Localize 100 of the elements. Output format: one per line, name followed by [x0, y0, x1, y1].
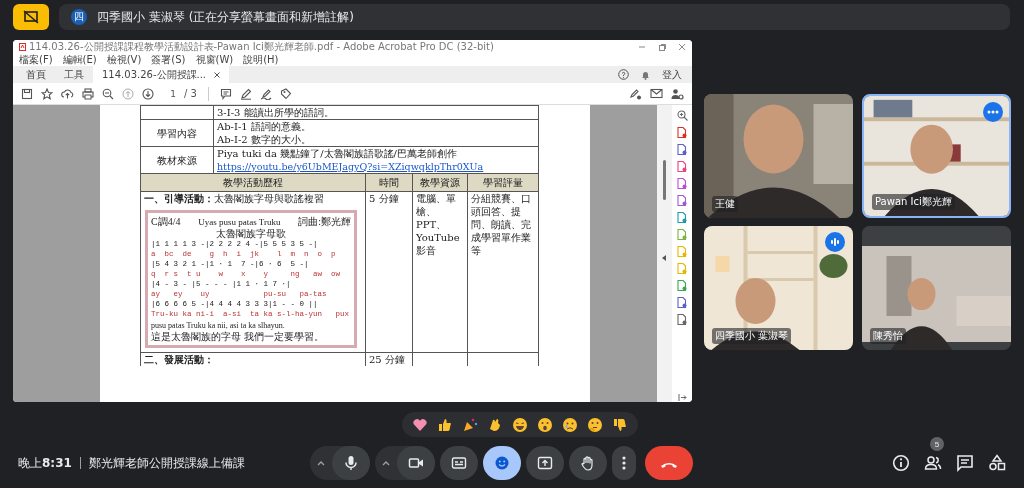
collapse-arrow-icon[interactable] [662, 255, 666, 261]
cell-text: 3-I-3 能讀出所學的語詞。 [217, 106, 335, 119]
document-tool-icon[interactable] [677, 314, 687, 325]
thinking-face-icon[interactable] [587, 416, 603, 433]
activity-heading: 二、發展活動： [144, 353, 215, 366]
menu-item[interactable]: 編輯(E) [62, 52, 97, 67]
menu-item[interactable]: 檔案(F) [19, 52, 53, 67]
score-key: C調4/4 [151, 216, 181, 228]
video-tile[interactable]: 王健 [704, 94, 853, 218]
participant-name: 王健 [712, 196, 738, 212]
document-tool-icon[interactable] [677, 212, 687, 223]
raise-hand-button[interactable] [569, 446, 607, 480]
captions-icon[interactable] [451, 455, 467, 471]
upload-cloud-icon[interactable] [61, 87, 74, 100]
cell-text: 分組競賽、口頭回答、提問、朗讀、完成學習單作業等 [471, 192, 532, 257]
scrollbar[interactable] [657, 105, 672, 402]
present-screen-button[interactable] [526, 446, 564, 480]
cell-text: 電腦、單槍、PPT、YouTube 影音 [416, 192, 461, 257]
present-screen-icon[interactable] [537, 455, 553, 471]
camera-button[interactable] [397, 446, 435, 480]
menu-item[interactable]: 說明(H) [243, 52, 279, 67]
captions-button[interactable] [440, 446, 478, 480]
tab[interactable]: 首頁 [17, 66, 55, 83]
participant-name: 四季國小 葉淑琴 [712, 328, 792, 344]
row-label: 教材來源 [140, 146, 214, 174]
video-tile[interactable]: 陳秀怡 [862, 226, 1011, 350]
pen-icon[interactable] [239, 87, 252, 100]
sad-face-icon[interactable] [562, 416, 578, 433]
reactions-button[interactable] [483, 446, 521, 480]
expand-panel-icon[interactable] [677, 393, 687, 402]
tab[interactable]: 工具 [55, 66, 93, 83]
activities-button[interactable] [988, 454, 1006, 472]
close-icon[interactable] [678, 42, 686, 51]
song-credit: 詞曲:鄭光輝 [298, 216, 351, 228]
document-tool-icon[interactable] [677, 297, 687, 308]
microphone-button[interactable] [332, 446, 370, 480]
present-status-button[interactable] [13, 4, 49, 30]
participant-name: Pawan Ici鄭光輝 [872, 194, 955, 210]
cell-text: Ab-Ⅰ-1 語詞的意義。 [217, 120, 312, 133]
surprised-face-icon[interactable] [537, 416, 553, 433]
meeting-title: 鄭光輝老師公開授課線上備課 [88, 454, 245, 472]
party-popper-icon[interactable] [462, 416, 478, 433]
document-tool-icon[interactable] [677, 144, 687, 155]
document-tool-icon[interactable] [677, 127, 687, 138]
video-link[interactable]: https://youtu.be/y6UbMEJagyQ?si=XZiqwqklpThr0XUa [217, 161, 484, 172]
star-icon[interactable] [41, 87, 53, 100]
page-down-icon[interactable] [142, 87, 154, 100]
video-tile[interactable]: Pawan Ici鄭光輝 [862, 94, 1011, 218]
tab[interactable]: 114.03.26-公開授課... [93, 66, 230, 83]
save-icon[interactable] [21, 87, 33, 100]
screen-share-off-icon [23, 10, 39, 24]
signature-pen-icon[interactable] [259, 87, 272, 100]
cell-text: Piya tuki da 幾點鐘了/太魯閣族語歌謠/巴萬老師創作 [217, 147, 458, 160]
row-label: 學習內容 [140, 119, 214, 147]
more-vertical-icon[interactable] [622, 456, 626, 470]
user-settings-icon[interactable] [671, 87, 684, 100]
sign-in-link[interactable]: 登入 [662, 67, 682, 82]
meeting-details-button[interactable] [892, 454, 910, 472]
laughing-face-icon[interactable] [512, 416, 528, 433]
chat-button[interactable] [956, 454, 974, 472]
participant-count-badge: 5 [930, 437, 944, 451]
video-camera-icon[interactable] [408, 455, 424, 471]
document-tool-icon[interactable] [677, 161, 687, 172]
comment-icon[interactable] [219, 87, 232, 100]
zoom-in-icon[interactable] [676, 110, 688, 121]
more-icon[interactable] [987, 110, 999, 114]
hand-icon[interactable] [580, 455, 596, 471]
heart-icon[interactable] [412, 416, 428, 433]
menu-item[interactable]: 檢視(V) [106, 52, 142, 67]
close-icon[interactable] [214, 71, 221, 78]
clapping-hands-icon[interactable] [487, 416, 503, 433]
audio-level-icon [830, 237, 840, 247]
menu-item[interactable]: 視窗(W) [195, 52, 234, 67]
help-icon[interactable] [618, 69, 629, 80]
leave-call-button[interactable] [645, 446, 693, 480]
thumbs-down-icon[interactable] [612, 416, 628, 433]
document-tool-icon[interactable] [677, 195, 687, 206]
share-status-text: 四季國小 葉淑琴 (正在分享螢幕畫面和新增註解) [97, 8, 354, 26]
video-tile[interactable]: 四季國小 葉淑琴 [704, 226, 853, 350]
more-options-button[interactable] [612, 446, 636, 480]
microphone-icon[interactable] [343, 455, 359, 471]
print-icon[interactable] [82, 87, 94, 100]
document-tool-icon[interactable] [677, 178, 687, 189]
menu-item[interactable]: 簽署(S) [151, 52, 186, 67]
signature-request-icon[interactable] [629, 87, 642, 100]
zoom-out-icon[interactable] [102, 87, 114, 100]
bell-icon[interactable] [641, 69, 650, 80]
page-number-field[interactable]: 1 [162, 88, 176, 99]
stamp-icon[interactable] [279, 87, 292, 100]
participant-name: 陳秀怡 [870, 328, 906, 344]
cell-text: Ab-Ⅰ-2 數字的大小。 [217, 133, 312, 146]
thumbs-up-icon[interactable] [437, 416, 453, 433]
smiley-icon[interactable] [494, 455, 510, 471]
restore-icon[interactable] [658, 42, 666, 51]
mail-icon[interactable] [650, 88, 663, 99]
time-text: 25 分鐘 [369, 353, 406, 366]
document-tool-icon[interactable] [677, 280, 687, 291]
lyrics-text: pusu patas Truku ka nii, asi ta ka slhayun. [151, 321, 286, 331]
song-title: Uyas pusu patas Truku [198, 216, 281, 228]
page-total: / 3 [184, 88, 197, 99]
